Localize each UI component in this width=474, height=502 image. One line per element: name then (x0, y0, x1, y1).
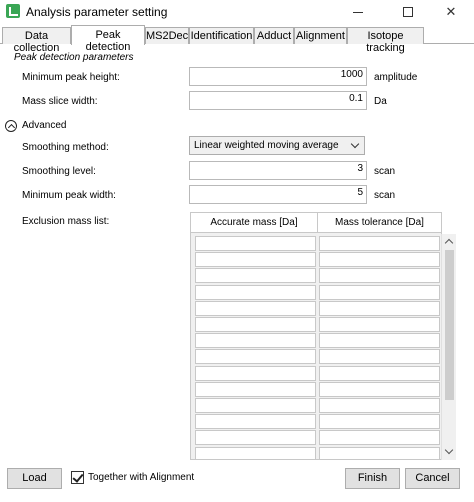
mass-tolerance-cell[interactable] (319, 300, 440, 316)
peak-detection-panel: Peak detection parameters Minimum peak h… (0, 44, 474, 460)
min-peak-height-label: Minimum peak height: (22, 72, 120, 83)
scroll-down-icon[interactable] (444, 445, 454, 455)
mass-tolerance-cell[interactable] (319, 236, 440, 251)
accurate-mass-cell[interactable] (195, 268, 316, 284)
mass-tolerance-cell[interactable] (319, 252, 440, 268)
tab-isotope-tracking[interactable]: Isotope tracking (347, 27, 424, 54)
title-bar: Analysis parameter setting ✕ (0, 0, 474, 24)
mass-slice-width-input[interactable]: 0.1 (189, 91, 367, 110)
tab-ms2dec[interactable]: MS2Dec (145, 27, 189, 44)
accurate-mass-cell[interactable] (195, 317, 316, 332)
accurate-mass-cell[interactable] (195, 236, 316, 251)
grid-scrollbar[interactable] (441, 234, 456, 460)
accurate-mass-cell[interactable] (195, 300, 316, 316)
smoothing-level-unit: scan (374, 166, 396, 177)
exclusion-mass-grid[interactable]: Accurate mass [Da] Mass tolerance [Da] (190, 212, 442, 460)
together-with-alignment-label[interactable]: Together with Alignment (88, 472, 194, 483)
accurate-mass-cell[interactable] (195, 333, 316, 349)
min-peak-height-input[interactable]: 1000 (189, 67, 367, 86)
tab-strip: Data collection Peak detection MS2Dec Id… (0, 25, 474, 54)
mass-tolerance-cell[interactable] (319, 317, 440, 332)
smoothing-level-label: Smoothing level: (22, 166, 96, 177)
min-peak-width-unit: scan (374, 190, 396, 201)
scroll-thumb[interactable] (445, 250, 454, 400)
finish-button[interactable]: Finish (345, 468, 400, 489)
close-button[interactable]: ✕ (428, 0, 474, 24)
tab-adduct[interactable]: Adduct (254, 27, 294, 44)
exclusion-mass-list-label: Exclusion mass list: (22, 216, 110, 227)
maximize-button[interactable] (385, 0, 431, 24)
mass-tolerance-cell[interactable] (319, 268, 440, 284)
close-icon: ✕ (445, 4, 457, 19)
mass-tolerance-cell[interactable] (319, 365, 440, 381)
minimize-button[interactable] (335, 0, 381, 24)
smoothing-method-value: Linear weighted moving average (194, 140, 339, 151)
mass-tolerance-cell[interactable] (319, 284, 440, 300)
smoothing-method-select[interactable]: Linear weighted moving average (189, 136, 365, 155)
accurate-mass-cell[interactable] (195, 252, 316, 268)
tab-alignment[interactable]: Alignment (294, 27, 347, 44)
column-header-accurate-mass[interactable]: Accurate mass [Da] (191, 217, 317, 228)
mass-tolerance-cell[interactable] (319, 381, 440, 397)
maximize-icon (403, 7, 413, 17)
chevron-down-icon (350, 139, 360, 149)
min-peak-width-label: Minimum peak width: (22, 190, 116, 201)
section-title: Peak detection parameters (14, 52, 134, 63)
mass-tolerance-cell[interactable] (319, 430, 440, 446)
accurate-mass-cell[interactable] (195, 446, 316, 459)
mass-slice-width-label: Mass slice width: (22, 96, 98, 107)
together-with-alignment-checkbox[interactable] (71, 471, 84, 484)
app-icon (6, 4, 20, 18)
accurate-mass-cell[interactable] (195, 284, 316, 300)
tab-identification[interactable]: Identification (189, 27, 254, 44)
advanced-collapse-icon[interactable] (5, 120, 17, 132)
grid-body (191, 234, 441, 459)
smoothing-method-label: Smoothing method: (22, 142, 109, 153)
accurate-mass-cell[interactable] (195, 430, 316, 446)
accurate-mass-cell[interactable] (195, 414, 316, 430)
scroll-up-icon[interactable] (444, 238, 454, 248)
cancel-button[interactable]: Cancel (405, 468, 460, 489)
minimize-icon (353, 11, 363, 13)
min-peak-width-input[interactable]: 5 (189, 185, 367, 204)
accurate-mass-cell[interactable] (195, 365, 316, 381)
load-button[interactable]: Load (7, 468, 62, 489)
mass-slice-width-unit: Da (374, 96, 387, 107)
accurate-mass-cell[interactable] (195, 398, 316, 413)
grid-header: Accurate mass [Da] Mass tolerance [Da] (191, 213, 441, 233)
mass-tolerance-cell[interactable] (319, 333, 440, 349)
column-header-mass-tolerance[interactable]: Mass tolerance [Da] (318, 217, 441, 228)
tab-peak-detection[interactable]: Peak detection (71, 25, 145, 53)
footer: Load Together with Alignment Finish Canc… (0, 460, 474, 502)
smoothing-level-input[interactable]: 3 (189, 161, 367, 180)
mass-tolerance-cell[interactable] (319, 398, 440, 413)
tab-data-collection[interactable]: Data collection (2, 27, 71, 54)
advanced-label[interactable]: Advanced (22, 120, 66, 131)
accurate-mass-cell[interactable] (195, 349, 316, 365)
mass-tolerance-cell[interactable] (319, 414, 440, 430)
mass-tolerance-cell[interactable] (319, 349, 440, 365)
accurate-mass-cell[interactable] (195, 381, 316, 397)
window-title: Analysis parameter setting (26, 5, 168, 19)
mass-tolerance-cell[interactable] (319, 446, 440, 459)
min-peak-height-unit: amplitude (374, 72, 418, 83)
